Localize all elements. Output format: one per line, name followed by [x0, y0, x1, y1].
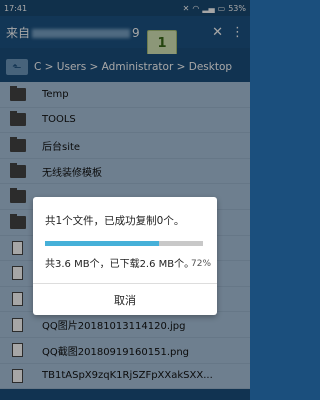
progress-bar	[45, 241, 203, 246]
progress-fill	[45, 241, 159, 246]
cancel-button[interactable]: 取消	[33, 284, 217, 315]
dialog-percent: 72%	[191, 259, 212, 269]
copy-progress-dialog: 共1个文件，已成功复制0个。 共3.6 MB个，已下载2.6 MB个。 72% …	[33, 197, 217, 315]
dialog-size-text: 共3.6 MB个，已下载2.6 MB个。	[45, 259, 195, 270]
dialog-message: 共1个文件，已成功复制0个。	[45, 215, 185, 227]
